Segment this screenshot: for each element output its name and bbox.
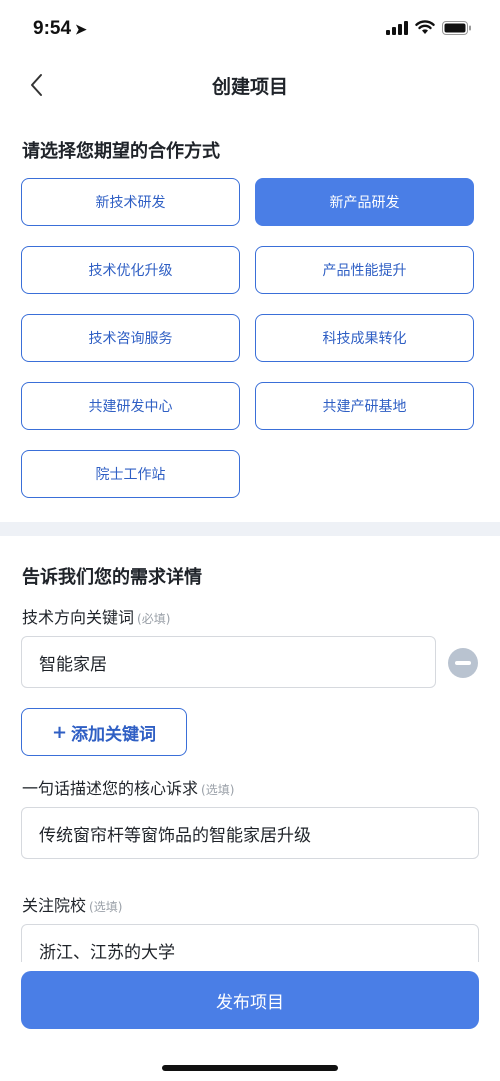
home-indicator <box>162 1065 338 1071</box>
option-new-product-rd[interactable]: 新产品研发 <box>255 178 474 226</box>
status-time: 9:54 ➤ <box>33 18 87 40</box>
option-tech-consulting[interactable]: 技术咨询服务 <box>21 314 240 362</box>
page-title: 创建项目 <box>211 76 288 98</box>
keyword-label-text: 技术方向关键词 <box>22 608 135 627</box>
school-label-text: 关注院校 <box>22 896 87 915</box>
wifi-icon <box>415 20 435 35</box>
minus-circle-icon[interactable] <box>448 648 478 678</box>
core-need-value: 传统窗帘杆等窗饰品的智能家居升级 <box>39 825 311 846</box>
signal-icon <box>386 20 408 35</box>
keyword-value: 智能家居 <box>39 654 107 675</box>
keyword-hint: (必填) <box>137 612 171 626</box>
core-need-label-text: 一句话描述您的核心诉求 <box>22 779 199 798</box>
school-label: 关注院校 (选填) <box>22 892 122 916</box>
school-input[interactable]: 浙江、江苏的大学 <box>21 924 479 962</box>
option-tech-optimization[interactable]: 技术优化升级 <box>21 246 240 294</box>
details-title: 告诉我们您的需求详情 <box>22 567 202 588</box>
publish-button[interactable]: 发布项目 <box>21 971 479 1029</box>
plus-icon: + <box>51 721 68 743</box>
option-product-performance[interactable]: 产品性能提升 <box>255 246 474 294</box>
core-need-hint: (选填) <box>201 783 235 797</box>
nav-bar: 创建项目 <box>0 60 500 110</box>
school-input-clip: 浙江、江苏的大学 <box>0 922 500 962</box>
cooperation-options: 新技术研发 新产品研发 技术优化升级 产品性能提升 技术咨询服务 科技成果转化 … <box>21 178 475 498</box>
cooperation-title: 请选择您期望的合作方式 <box>22 141 220 162</box>
location-arrow-icon: ➤ <box>75 21 87 37</box>
add-keyword-button[interactable]: + 添加关键词 <box>21 708 187 756</box>
option-tech-transfer[interactable]: 科技成果转化 <box>255 314 474 362</box>
core-need-input[interactable]: 传统窗帘杆等窗饰品的智能家居升级 <box>21 807 479 859</box>
section-divider <box>0 522 500 536</box>
status-time-text: 9:54 <box>33 18 72 39</box>
option-joint-rd-center[interactable]: 共建研发中心 <box>21 382 240 430</box>
school-value: 浙江、江苏的大学 <box>39 942 175 963</box>
school-hint: (选填) <box>89 900 123 914</box>
add-keyword-label: 添加关键词 <box>71 724 157 745</box>
keyword-label: 技术方向关键词 (必填) <box>22 604 170 628</box>
keyword-input[interactable]: 智能家居 <box>21 636 436 688</box>
option-academician-station[interactable]: 院士工作站 <box>21 450 240 498</box>
option-new-tech-rd[interactable]: 新技术研发 <box>21 178 240 226</box>
battery-icon <box>442 20 472 35</box>
core-need-label: 一句话描述您的核心诉求 (选填) <box>22 775 234 799</box>
status-bar: 9:54 ➤ <box>0 0 500 60</box>
status-icons <box>386 20 472 35</box>
option-joint-base[interactable]: 共建产研基地 <box>255 382 474 430</box>
